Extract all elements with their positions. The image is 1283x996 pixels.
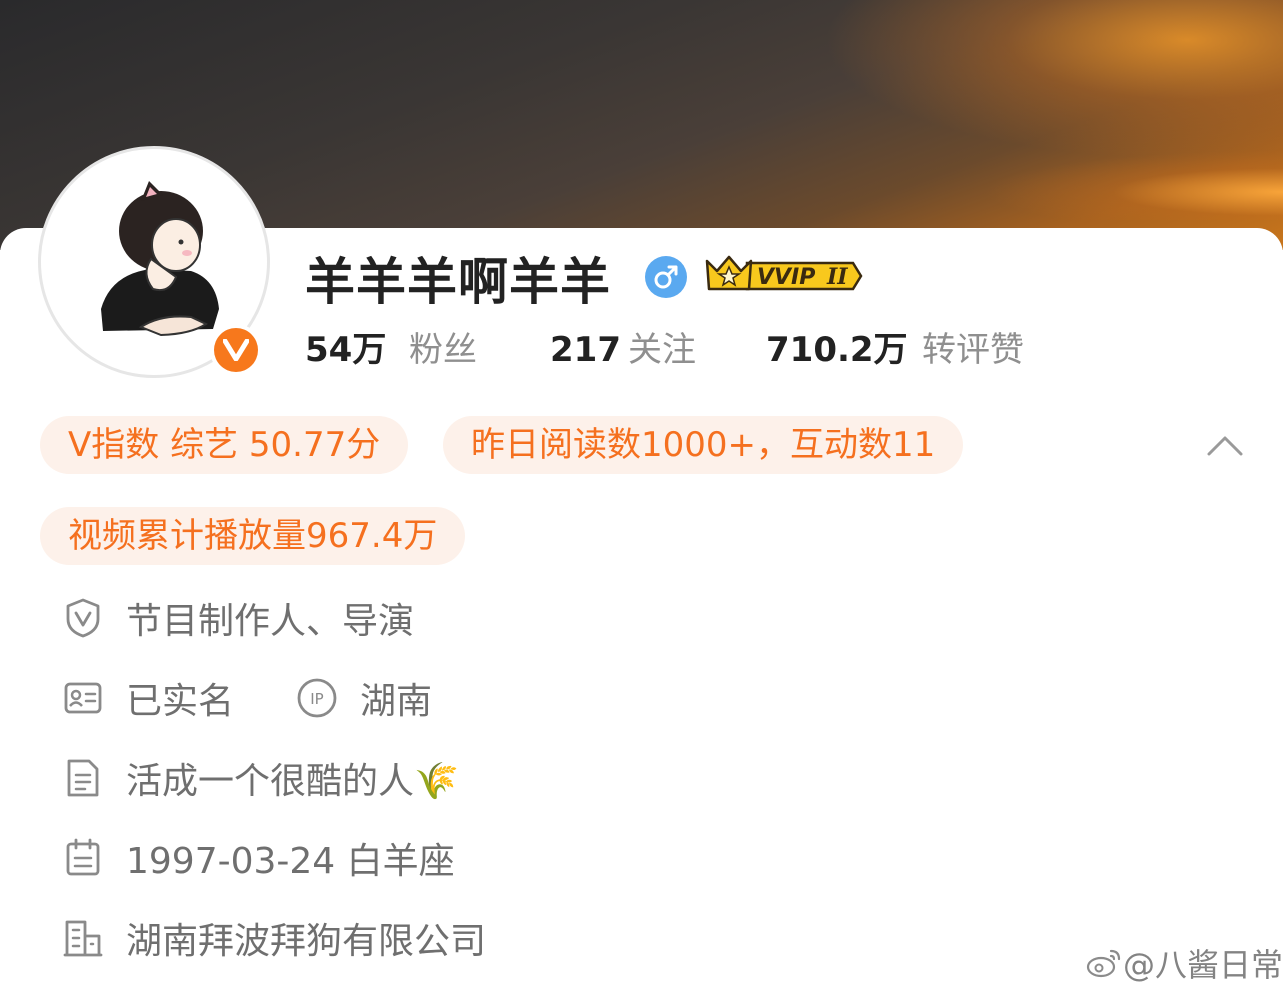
bio-text: 活成一个很酷的人🌾 [126,761,459,802]
verification-row: 节目制作人、导演 [62,593,414,643]
following-label[interactable]: 关注 [628,326,696,374]
interactions-count[interactable]: 710.2万 [766,326,908,374]
video-plays-tag[interactable]: 视频累计播放量967.4万 [40,507,466,565]
svg-text:VVIP: VVIP [757,265,815,290]
verification-text: 节目制作人、导演 [126,601,415,642]
watermark: @八酱日常 [1085,940,1283,986]
verified-badge [210,324,262,376]
building-icon [62,917,104,959]
banner-streak [983,150,1283,220]
company-text: 湖南拜波拜狗有限公司 [126,921,487,962]
male-icon [645,256,687,298]
following-count[interactable]: 217 [550,326,621,374]
ip-location-icon: IP [296,677,338,719]
bio-row: 活成一个很酷的人🌾 [62,753,459,803]
svg-text:II: II [826,264,848,290]
crown-icon: VVIP II [705,255,863,291]
followers-count[interactable]: 54万 [305,326,386,374]
watermark-text: @八酱日常 [1123,946,1283,984]
birthday-text: 1997-03-24 白羊座 [126,841,455,882]
document-icon [62,757,104,799]
shield-v-icon [62,597,104,639]
calendar-icon [62,837,104,879]
banner-glow [823,0,1283,160]
id-card-icon [62,677,104,719]
vvip-badge[interactable]: VVIP II [703,251,865,301]
company-row: 湖南拜波拜狗有限公司 [62,913,486,963]
followers-label[interactable]: 粉丝 [409,326,477,374]
interactions-label[interactable]: 转评赞 [922,326,1024,374]
chevron-up-icon[interactable] [1205,430,1245,460]
real-name-row: 已实名 IP 湖南 [62,673,432,723]
verified-v-icon [214,328,258,372]
reads-tag[interactable]: 昨日阅读数1000+，互动数11 [443,416,964,474]
real-name-text: 已实名 [126,681,235,722]
ip-location-text: 湖南 [360,681,433,722]
username: 羊羊羊啊羊羊 [305,253,611,311]
v-index-tag[interactable]: V指数 综艺 50.77分 [40,416,409,474]
svg-text:IP: IP [310,690,323,708]
weibo-logo-icon [1086,949,1121,978]
birthday-row: 1997-03-24 白羊座 [62,833,455,883]
